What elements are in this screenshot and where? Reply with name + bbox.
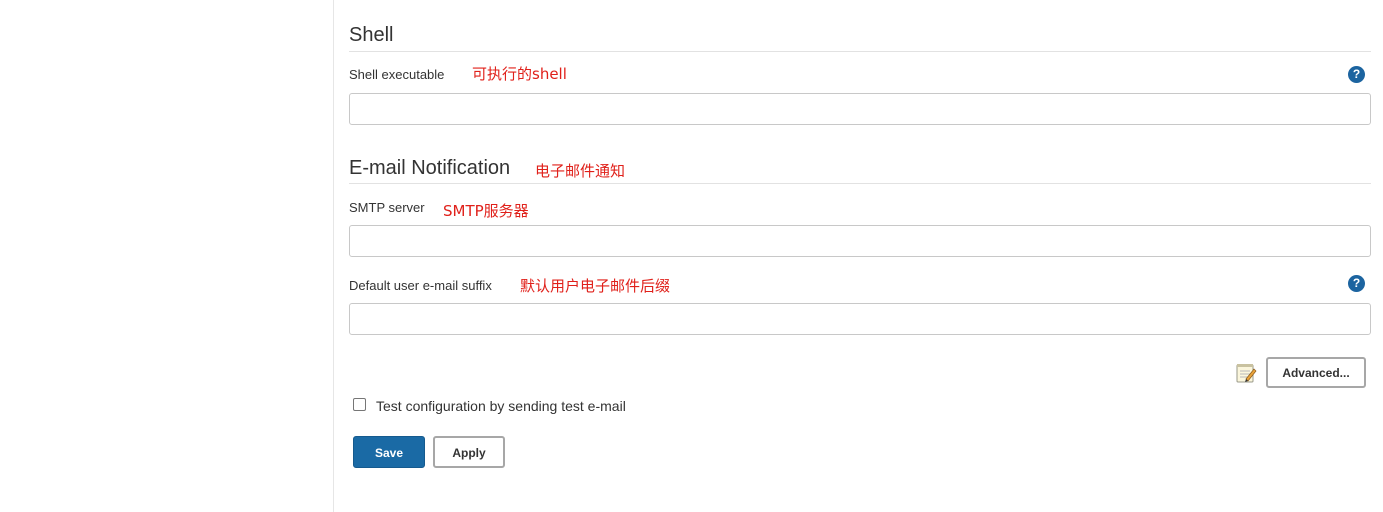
config-main: Shell Shell executable 可执行的shell ? E-mai… bbox=[349, 0, 1371, 512]
smtp-server-annotation: SMTP服务器 bbox=[443, 202, 529, 220]
section-title-email: E-mail Notification bbox=[349, 157, 511, 179]
test-config-label[interactable]: Test configuration by sending test e-mai… bbox=[376, 398, 626, 414]
section-divider bbox=[349, 51, 1371, 52]
sidebar bbox=[0, 0, 334, 512]
apply-button[interactable]: Apply bbox=[433, 436, 505, 468]
email-suffix-annotation: 默认用户电子邮件后缀 bbox=[520, 277, 671, 295]
section-divider bbox=[349, 183, 1371, 184]
save-button[interactable]: Save bbox=[353, 436, 425, 468]
shell-executable-annotation: 可执行的shell bbox=[472, 65, 567, 83]
advanced-button[interactable]: Advanced... bbox=[1266, 357, 1366, 388]
email-suffix-label: Default user e-mail suffix bbox=[349, 278, 492, 293]
test-config-checkbox[interactable] bbox=[353, 398, 366, 411]
notepad-icon[interactable] bbox=[1235, 362, 1257, 384]
section-title-shell: Shell bbox=[349, 24, 394, 46]
smtp-server-label: SMTP server bbox=[349, 200, 425, 215]
shell-executable-input[interactable] bbox=[349, 93, 1371, 125]
email-suffix-input[interactable] bbox=[349, 303, 1371, 335]
smtp-server-input[interactable] bbox=[349, 225, 1371, 257]
email-title-annotation: 电子邮件通知 bbox=[535, 162, 626, 180]
shell-executable-label: Shell executable bbox=[349, 67, 445, 82]
help-icon[interactable]: ? bbox=[1348, 66, 1365, 83]
help-icon[interactable]: ? bbox=[1348, 275, 1365, 292]
